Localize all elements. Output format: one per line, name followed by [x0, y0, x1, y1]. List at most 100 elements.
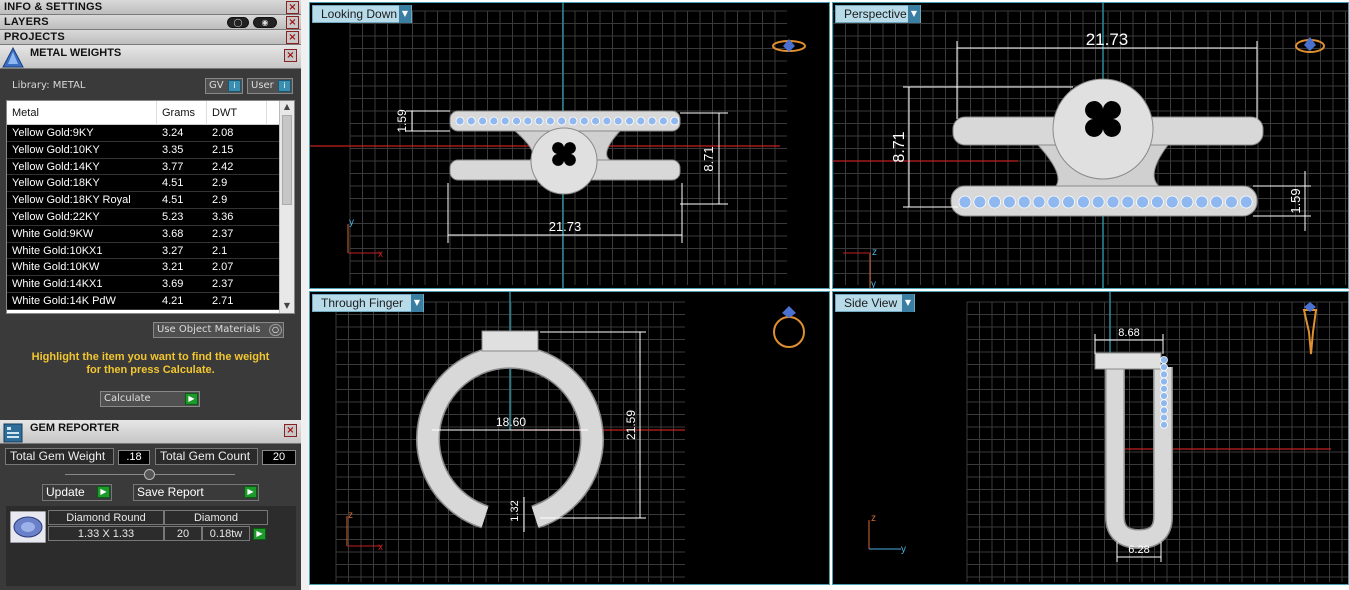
eye-icon[interactable]: ◉	[253, 17, 277, 28]
gem-stone	[1160, 377, 1168, 386]
gem-stone	[1180, 195, 1194, 209]
play-icon[interactable]: ▶	[253, 528, 266, 540]
gem-stone	[1160, 363, 1168, 372]
view-dropdown[interactable]: Through Finger ▼	[312, 294, 424, 312]
metal-table-header: Metal Grams DWT	[7, 101, 280, 125]
close-icon[interactable]: ×	[284, 424, 297, 437]
gem-stone	[1047, 195, 1061, 209]
axis-label-b: y	[871, 279, 876, 289]
viewport-through-finger[interactable]: 18.60 21.59 1.32 z x Through Finger ▼	[309, 291, 830, 585]
cell-metal: Yellow Gold:9KY	[12, 127, 94, 139]
gem-stone	[1239, 195, 1253, 209]
dim-height-label: 8.71	[891, 131, 908, 162]
cell-metal: White Gold:10KX1	[12, 244, 103, 257]
metal-weights-header: METAL WEIGHTS ×	[0, 45, 301, 69]
user-toggle[interactable]: User i	[247, 78, 293, 94]
table-row[interactable]: White Gold:10KW 3.21 2.07	[7, 259, 280, 277]
save-report-button[interactable]: Save Report ▶	[133, 484, 259, 501]
cell-dwt: 2.37	[212, 278, 234, 291]
table-row[interactable]: Yellow Gold:14KY 3.77 2.42	[7, 158, 280, 176]
axis-label-a: z	[348, 510, 353, 521]
table-row[interactable]: Yellow Gold:22KY 5.23 3.36	[7, 208, 280, 226]
close-icon[interactable]: ×	[284, 49, 297, 62]
through-finger-canvas[interactable]: 18.60 21.59 1.32 z x	[310, 292, 830, 585]
calculate-button[interactable]: Calculate ▶	[100, 391, 200, 407]
shank	[1106, 367, 1172, 548]
cell-dwt: 2.08	[212, 127, 234, 139]
metal-weights-title: METAL WEIGHTS	[30, 47, 122, 59]
scroll-thumb[interactable]	[282, 115, 292, 205]
gv-label: GV	[209, 80, 224, 91]
view-dropdown[interactable]: Perspective ▼	[835, 5, 921, 23]
gem-stone	[1224, 195, 1238, 209]
layers-toggle-icon[interactable]: ◯	[227, 17, 249, 28]
gem-stone	[1136, 195, 1150, 209]
table-row[interactable]: White Gold:14KX1 3.69 2.37	[7, 276, 280, 293]
looking-down-canvas[interactable]: 21.73 8.71 1.59 y x	[310, 3, 830, 289]
info-settings-header[interactable]: INFO & SETTINGS ×	[0, 0, 301, 15]
viewport-side-view[interactable]: 8.68 6.28 z y Side View ▼	[832, 291, 1349, 585]
gem-stone	[579, 116, 589, 126]
view-dropdown[interactable]: Looking Down ▼	[312, 5, 412, 23]
gem-stone	[1121, 195, 1135, 209]
dim-height-label: 8.71	[701, 146, 716, 171]
dim-band-label: 1.59	[1288, 188, 1303, 213]
gem-stone	[958, 195, 972, 209]
column-metal[interactable]: Metal	[7, 101, 157, 125]
cell-grams: 4.51	[162, 194, 184, 207]
total-gem-weight-label: Total Gem Weight	[5, 448, 114, 465]
perspective-canvas[interactable]: 21.73 8.71 1.59 z y	[833, 3, 1349, 289]
use-object-materials-toggle[interactable]: Use Object Materials ○	[153, 322, 284, 338]
viewport-perspective[interactable]: 21.73 8.71 1.59 z y Perspective ▼	[832, 2, 1349, 289]
close-icon[interactable]: ×	[286, 16, 299, 29]
gem-stone	[1032, 195, 1046, 209]
splitter[interactable]	[301, 0, 309, 590]
scrollbar[interactable]: ▲ ▼	[279, 101, 294, 313]
metal-table[interactable]: Metal Grams DWT Yellow Gold:9KY 3.24 2.08 Y…	[6, 100, 295, 314]
diamond-round-icon[interactable]	[10, 511, 46, 543]
gem-stone	[1160, 413, 1168, 422]
gem-stone	[1017, 195, 1031, 209]
dim-inner-label: 18.60	[496, 415, 526, 429]
close-icon[interactable]: ×	[286, 31, 299, 44]
update-label: Update	[46, 485, 85, 499]
gem-stone	[545, 116, 555, 126]
gem-stone	[1160, 399, 1168, 408]
view-label: Through Finger	[321, 296, 404, 310]
update-button[interactable]: Update ▶	[42, 484, 112, 501]
view-label: Looking Down	[321, 7, 398, 21]
column-dwt[interactable]: DWT	[207, 101, 267, 125]
scroll-down-icon[interactable]: ▼	[282, 301, 292, 311]
layers-header[interactable]: LAYERS ◯ ◉ ×	[0, 15, 301, 30]
gem-weight: 0.18tw	[202, 526, 250, 541]
side-view-canvas[interactable]: 8.68 6.28 z y	[833, 292, 1349, 585]
view-dropdown[interactable]: Side View ▼	[835, 294, 915, 312]
hint-line-1: Highlight the item you want to find the …	[31, 351, 270, 363]
gem-stone	[1210, 195, 1224, 209]
chevron-down-icon: ▼	[411, 294, 423, 312]
save-report-label: Save Report	[137, 485, 204, 499]
gem-count: 20	[164, 526, 202, 541]
cell-grams: 5.23	[162, 210, 184, 223]
table-row[interactable]: White Gold:14K PdW 4.21 2.71	[7, 292, 280, 310]
gem-stone	[1160, 370, 1168, 379]
table-row[interactable]: White Gold:10KX1 3.27 2.1	[7, 242, 280, 260]
table-row[interactable]: Yellow Gold:18KY Royal 4.51 2.9	[7, 192, 280, 209]
viewport-looking-down[interactable]: 21.73 8.71 1.59 y x Looking Down ▼	[309, 2, 830, 289]
close-icon[interactable]: ×	[286, 1, 299, 14]
projects-header[interactable]: PROJECTS ×	[0, 30, 301, 45]
dim-width-label: 21.73	[1086, 30, 1129, 49]
gem-stone	[1091, 195, 1105, 209]
total-gem-count-value: 20	[262, 450, 296, 465]
gem-stone	[1062, 195, 1076, 209]
table-row[interactable]: Yellow Gold:9KY 3.24 2.08	[7, 125, 280, 142]
slider-handle[interactable]	[144, 469, 155, 480]
column-grams[interactable]: Grams	[157, 101, 207, 125]
table-row[interactable]: White Gold:9KW 3.68 2.37	[7, 225, 280, 243]
gv-toggle[interactable]: GV i	[205, 78, 243, 94]
table-row[interactable]: Yellow Gold:18KY 4.51 2.9	[7, 175, 280, 193]
table-row[interactable]: Yellow Gold:10KY 3.35 2.15	[7, 141, 280, 159]
gem-reporter-header: GEM REPORTER ×	[0, 420, 301, 444]
scroll-up-icon[interactable]: ▲	[282, 102, 292, 112]
play-icon: ▶	[97, 486, 110, 498]
